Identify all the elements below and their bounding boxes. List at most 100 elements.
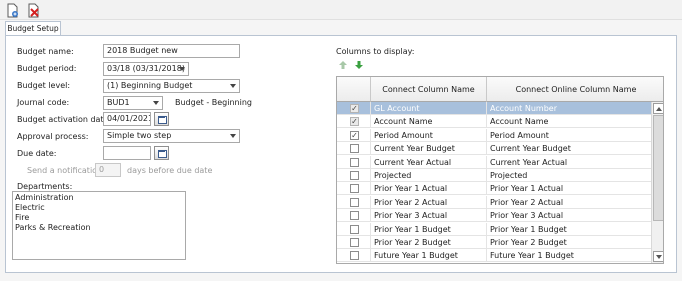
row-checkbox[interactable] [350,238,359,247]
notification-prefix: Send a notification [27,166,103,175]
delete-icon [28,3,39,18]
table-row[interactable]: Future Year 1 Budget Future Year 1 Budget [337,249,651,263]
budget-level-select[interactable]: (1) Beginning Budget [103,79,240,93]
vertical-scrollbar[interactable] [651,102,663,263]
budget-period-value: 03/18 (03/31/2018) [107,64,185,73]
budget-period-select[interactable]: 03/18 (03/31/2018) [103,62,189,76]
connect-column-cell: Account Name [371,115,487,129]
scroll-down-button[interactable] [653,251,663,262]
checkbox-column-header [337,77,371,102]
checkbox-cell: ✓ [337,102,371,115]
chevron-up-icon [656,107,662,111]
move-up-button[interactable] [338,60,348,70]
connect-column-cell: Prior Year 2 Budget [371,236,487,249]
due-date-label: Due date: [17,149,57,158]
move-down-button[interactable] [354,60,364,70]
connect-online-column-cell: Future Year 1 Budget [490,251,574,261]
arrow-down-icon [355,61,363,69]
checkbox-cell [337,195,371,209]
row-checkbox[interactable] [350,197,359,207]
scroll-thumb[interactable] [653,115,663,221]
table-row[interactable]: ✓ GL Account Account Number [337,102,651,115]
checkbox-cell [337,236,371,249]
due-date-input[interactable] [103,146,151,160]
budget-name-label: Budget name: [17,47,74,56]
list-item[interactable]: Fire [15,213,183,223]
row-checkbox: ✓ [350,117,359,127]
toolbar [0,0,682,20]
row-checkbox[interactable] [350,224,359,234]
activation-date-label: Budget activation date: [17,115,112,124]
columns-label: Columns to display: [336,47,415,56]
chevron-down-icon [153,101,159,105]
list-item[interactable]: Parks & Recreation [15,223,183,233]
checkbox-cell [337,209,371,223]
connect-online-column-cell: Projected [490,171,528,180]
columns-grid[interactable]: Connect Column Name Connect Online Colum… [336,76,664,264]
row-checkbox[interactable] [350,184,359,194]
table-row[interactable]: Prior Year 1 Actual Prior Year 1 Actual [337,182,651,196]
journal-code-label: Journal code: [17,98,70,107]
checkbox-cell [337,182,371,196]
connect-column-cell: Prior Year 2 Actual [371,195,487,209]
row-checkbox[interactable] [350,251,359,261]
connect-column-header[interactable]: Connect Column Name [371,77,487,102]
connect-online-column-header[interactable]: Connect Online Column Name [487,77,663,102]
calendar-icon[interactable] [154,112,169,126]
calendar-icon[interactable] [154,146,169,160]
tab-budget-setup[interactable]: Budget Setup [5,21,61,36]
row-checkbox[interactable]: ✓ [350,130,359,140]
budget-level-label: Budget level: [17,81,71,90]
activation-date-input[interactable]: 04/01/2021 [103,112,151,126]
table-row[interactable]: ✓ Account Name Account Name [337,115,651,129]
departments-label: Departments: [17,182,73,191]
checkbox-cell [337,142,371,156]
connect-online-column-cell: Prior Year 1 Actual [490,184,564,194]
row-checkbox[interactable] [350,157,359,167]
checkbox-cell [337,155,371,169]
connect-online-column-cell: Account Number [490,104,557,113]
chevron-down-icon [656,255,662,259]
notification-days-input[interactable]: 0 [95,163,121,177]
journal-code-value: BUD1 [107,98,130,107]
checkbox-cell [337,222,371,236]
budget-level-value: (1) Beginning Budget [107,81,193,90]
connect-online-column-cell: Current Year Actual [490,157,568,167]
chevron-down-icon [230,84,236,88]
scroll-up-button[interactable] [653,103,663,114]
list-item[interactable]: Electric [15,203,183,213]
connect-online-column-cell: Prior Year 2 Actual [490,197,564,207]
connect-column-cell: Projected [371,169,487,182]
connect-column-cell: GL Account [371,102,487,115]
checkbox-cell: ✓ [337,128,371,142]
row-checkbox[interactable] [350,171,359,180]
table-row[interactable]: Prior Year 2 Budget Prior Year 2 Budget [337,236,651,249]
delete-button[interactable] [26,3,41,18]
budget-period-label: Budget period: [17,64,77,73]
checkbox-cell: ✓ [337,115,371,129]
table-row[interactable]: Current Year Budget Current Year Budget [337,142,651,156]
table-row[interactable]: Prior Year 2 Actual Prior Year 2 Actual [337,195,651,209]
table-row[interactable]: Prior Year 3 Actual Prior Year 3 Actual [337,209,651,223]
connect-online-column-cell: Prior Year 2 Budget [490,238,567,247]
connect-online-column-cell: Prior Year 3 Actual [490,211,564,221]
checkbox-cell [337,169,371,182]
chevron-down-icon [230,134,236,138]
list-item[interactable]: Administration [15,193,183,203]
table-row[interactable]: Projected Projected [337,169,651,182]
row-checkbox[interactable] [350,211,359,221]
table-row[interactable]: Prior Year 1 Budget Prior Year 1 Budget [337,222,651,236]
connect-online-column-cell: Current Year Budget [490,144,571,154]
journal-code-select[interactable]: BUD1 [103,96,163,110]
table-row[interactable]: ✓ Period Amount Period Amount [337,128,651,142]
checkbox-cell [337,249,371,263]
row-checkbox[interactable] [350,144,359,154]
approval-process-value: Simple two step [107,131,172,140]
budget-name-input[interactable]: 2018 Budget new [103,44,240,58]
table-row[interactable]: Current Year Actual Current Year Actual [337,155,651,169]
connect-online-column-cell: Account Name [490,117,549,127]
new-budget-button[interactable] [5,3,20,18]
approval-process-select[interactable]: Simple two step [103,129,240,143]
departments-list[interactable]: Administration Electric Fire Parks & Rec… [12,191,186,260]
row-checkbox: ✓ [350,104,359,113]
